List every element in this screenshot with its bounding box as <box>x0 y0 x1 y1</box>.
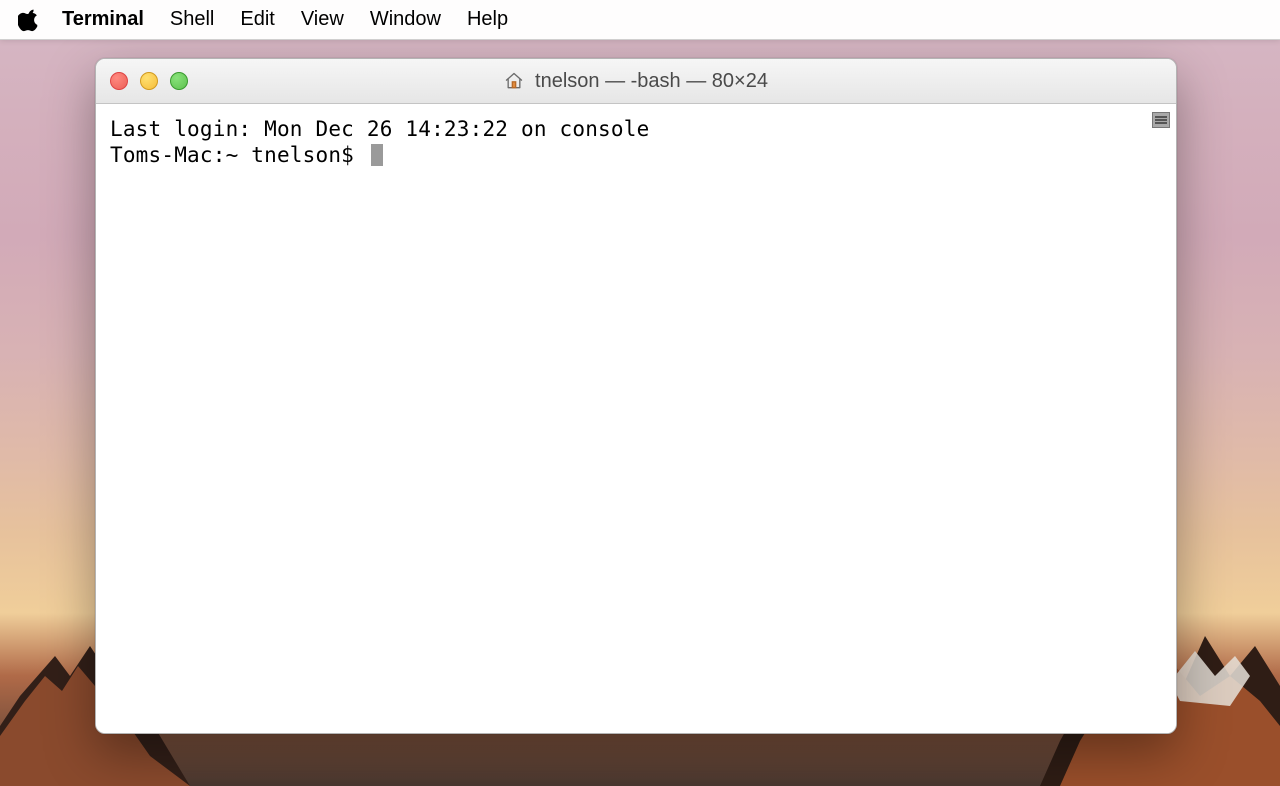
menu-shell[interactable]: Shell <box>170 8 214 31</box>
window-titlebar[interactable]: tnelson — -bash — 80×24 <box>96 59 1176 104</box>
close-button[interactable] <box>110 72 128 90</box>
minimize-button[interactable] <box>140 72 158 90</box>
menu-edit[interactable]: Edit <box>240 8 274 31</box>
scroll-indicator-icon[interactable] <box>1152 112 1170 128</box>
terminal-cursor <box>371 144 383 166</box>
terminal-body[interactable]: Last login: Mon Dec 26 14:23:22 on conso… <box>96 104 1176 733</box>
menu-help[interactable]: Help <box>467 8 508 31</box>
menu-app-name[interactable]: Terminal <box>62 8 144 31</box>
menu-window[interactable]: Window <box>370 8 441 31</box>
terminal-last-login: Last login: Mon Dec 26 14:23:22 on conso… <box>110 116 1162 142</box>
terminal-prompt: Toms-Mac:~ tnelson$ <box>110 142 367 168</box>
menubar: Terminal Shell Edit View Window Help <box>0 0 1280 40</box>
window-controls <box>110 72 188 90</box>
window-title-text: tnelson — -bash — 80×24 <box>535 70 768 93</box>
menu-view[interactable]: View <box>301 8 344 31</box>
apple-logo-icon[interactable] <box>18 8 40 32</box>
zoom-button[interactable] <box>170 72 188 90</box>
home-icon <box>504 71 524 91</box>
terminal-window: tnelson — -bash — 80×24 Last login: Mon … <box>95 58 1177 734</box>
window-title: tnelson — -bash — 80×24 <box>504 70 768 93</box>
